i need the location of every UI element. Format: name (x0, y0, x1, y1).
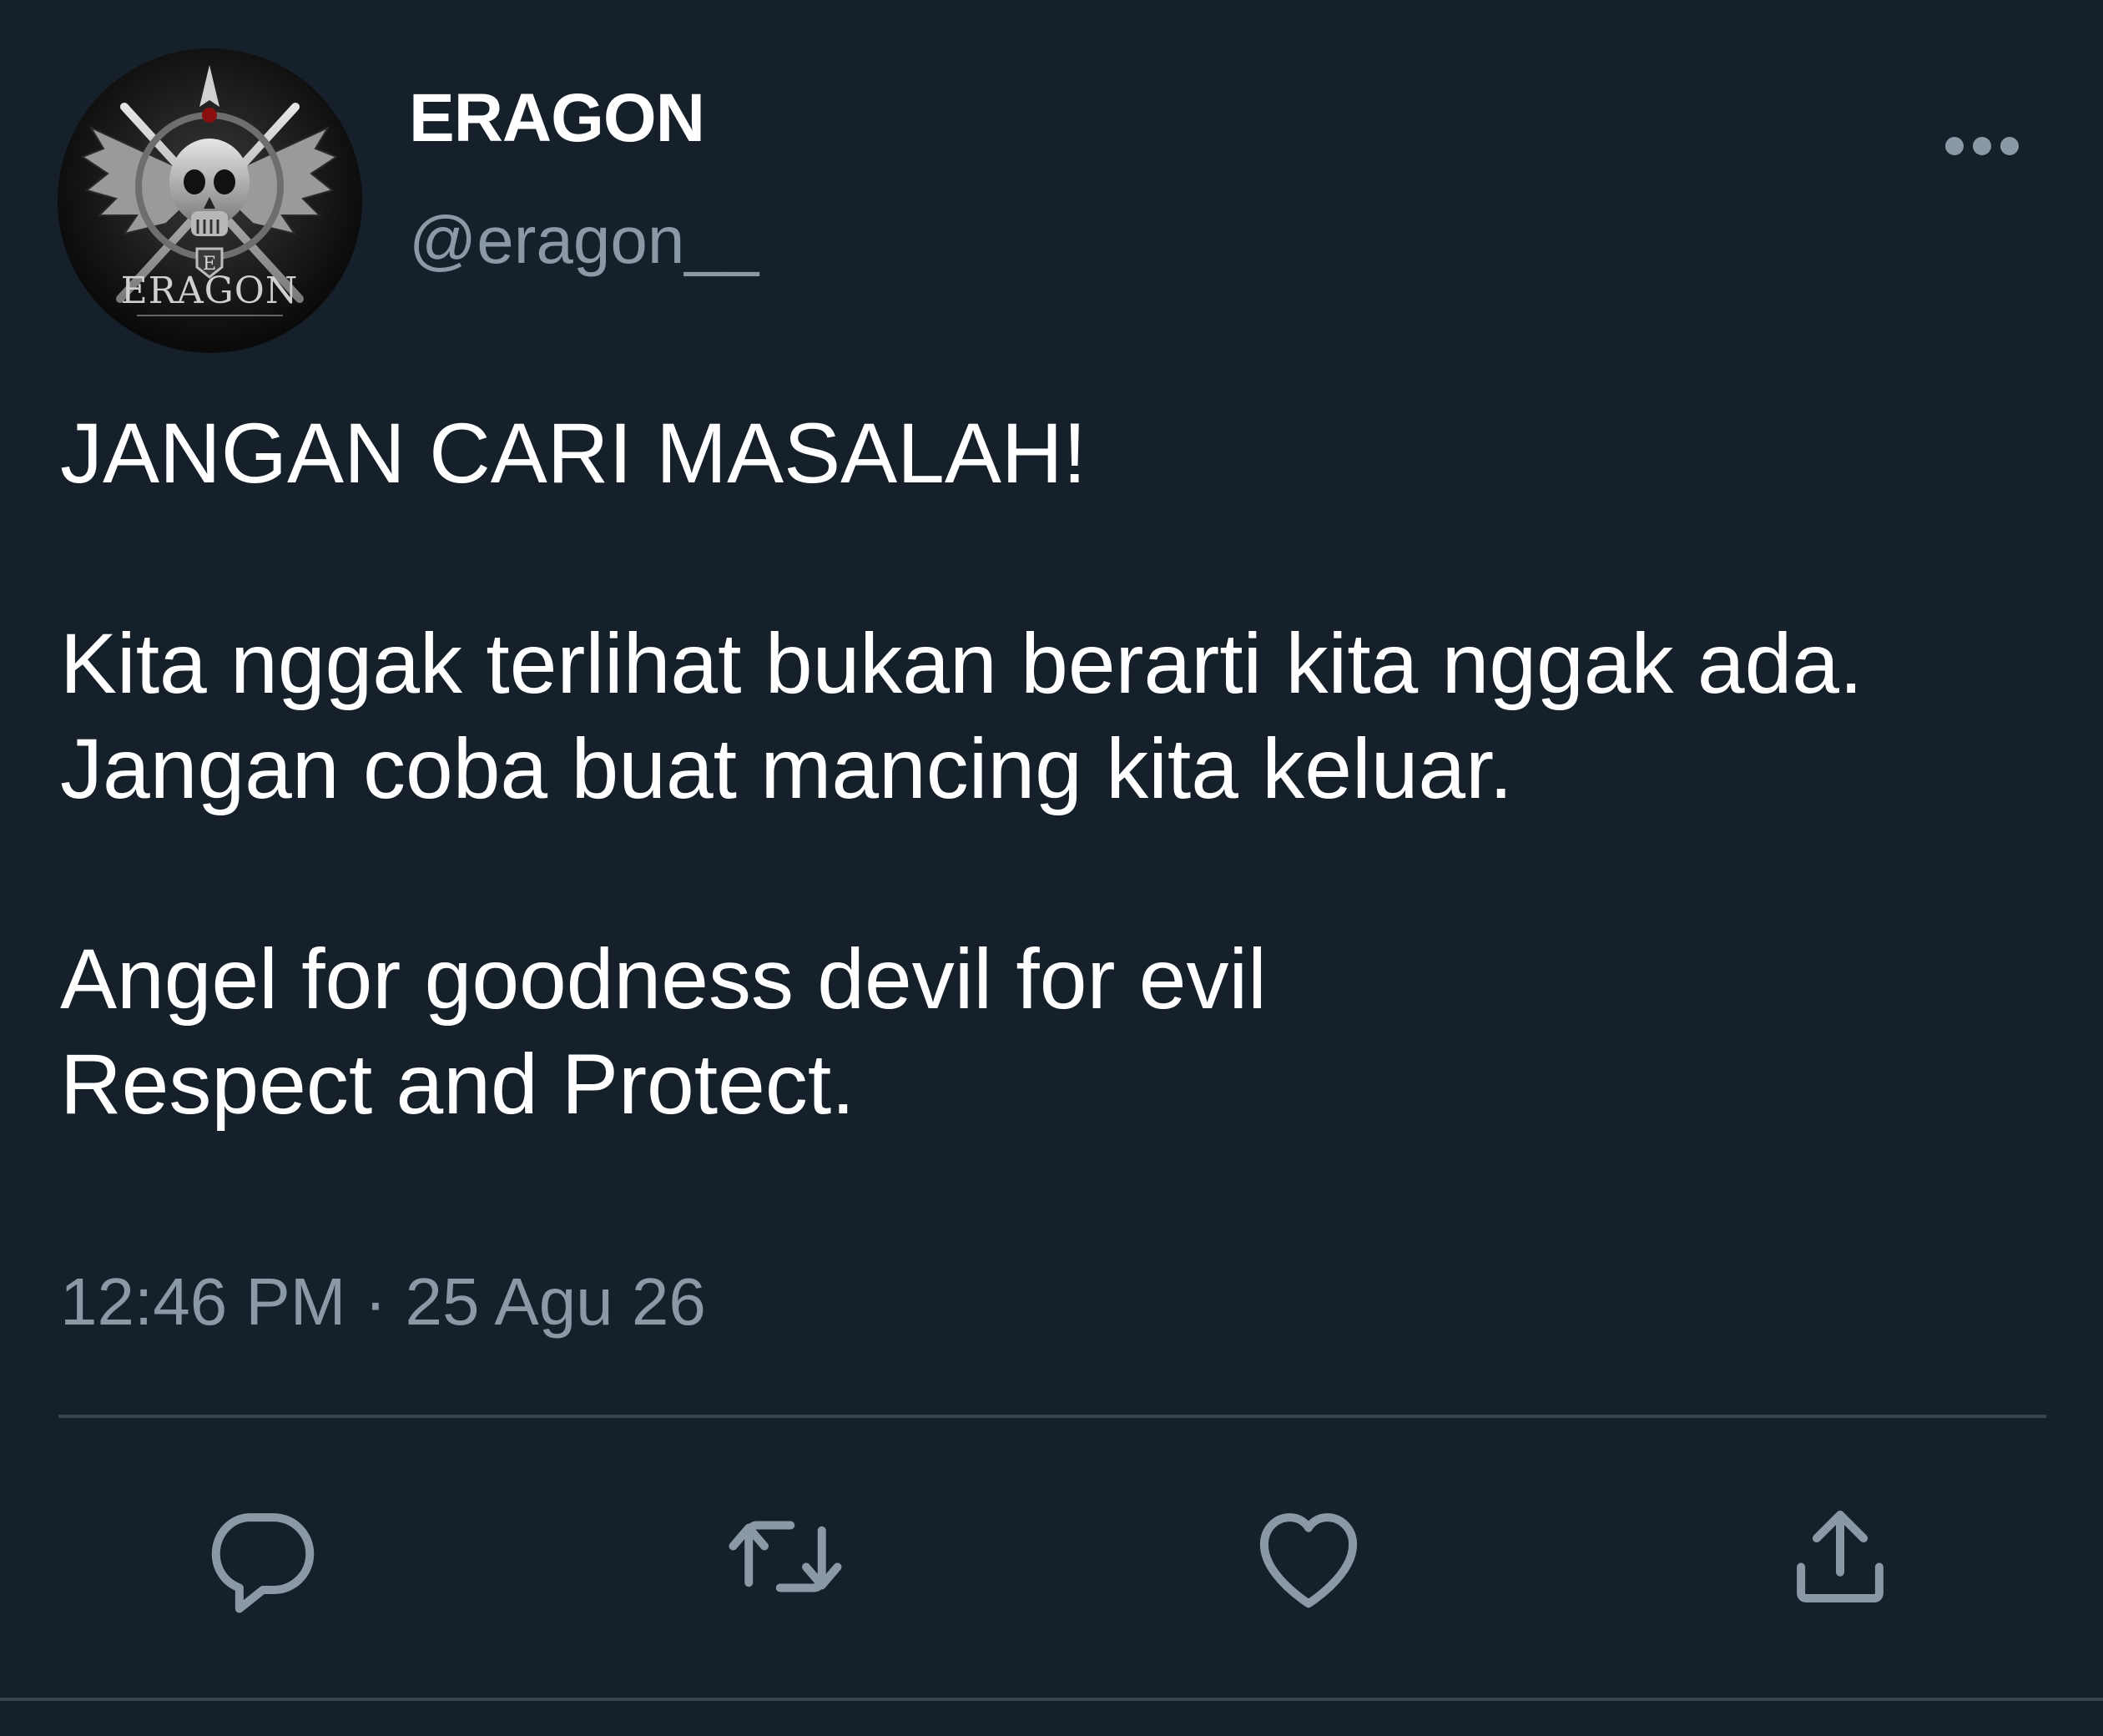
bottom-divider (0, 1698, 2103, 1701)
retweet-icon (729, 1521, 842, 1592)
avatar[interactable]: E ERAGON (58, 48, 362, 353)
tweet-timestamp[interactable]: 12:46 PM · 25 Agu 26 (60, 1260, 706, 1344)
tweet-paragraph: JANGAN CARI MASALAH! (60, 406, 1087, 501)
divider (58, 1415, 2046, 1418)
retweet-button[interactable] (723, 1494, 848, 1619)
display-name[interactable]: ERAGON (409, 77, 705, 160)
meta-separator: · (364, 1264, 387, 1339)
share-icon (1797, 1511, 1884, 1602)
avatar-emblem-icon: E ERAGON (58, 48, 361, 352)
share-button[interactable] (1778, 1494, 1903, 1619)
tweet-time: 12:46 PM (60, 1264, 346, 1339)
reply-icon (211, 1513, 315, 1613)
tweet-text: JANGAN CARI MASALAH! Kita nggak terlihat… (60, 401, 2080, 1137)
tweet-paragraph: Angel for goodness devil for evil Respec… (60, 931, 1267, 1132)
tweet-paragraph: Kita nggak terlihat bukan berarti kita n… (60, 616, 1863, 816)
action-bar (0, 1494, 2103, 1619)
like-button[interactable] (1246, 1494, 1371, 1619)
svg-text:ERAGON: ERAGON (121, 270, 299, 312)
tweet-date: 25 Agu 26 (405, 1264, 706, 1339)
more-options-button[interactable] (1936, 108, 2028, 184)
heart-icon (1259, 1513, 1358, 1608)
more-horizontal-icon (1945, 137, 2019, 155)
user-handle[interactable]: @eragon__ (409, 199, 759, 282)
tweet-detail: E ERAGON ERAGON @eragon__ JANGAN CARI MA… (0, 0, 2103, 1736)
reply-button[interactable] (200, 1494, 325, 1619)
